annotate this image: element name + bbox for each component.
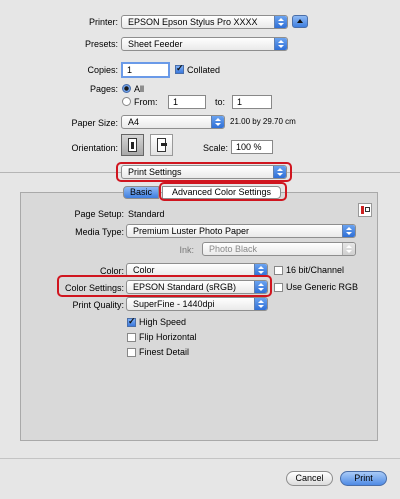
finest-detail-label: Finest Detail bbox=[139, 347, 190, 357]
popup-arrows-icon bbox=[254, 298, 267, 310]
pages-to-label: to: bbox=[215, 97, 226, 107]
scale-input[interactable]: 100 % bbox=[231, 140, 273, 154]
presets-label: Presets: bbox=[84, 39, 118, 49]
flip-horizontal-checkbox[interactable] bbox=[127, 333, 136, 342]
copies-input[interactable]: 1 bbox=[121, 62, 170, 78]
person-figure-icon bbox=[131, 142, 134, 149]
high-speed-checkbox[interactable] bbox=[127, 316, 136, 327]
printer-popup[interactable]: EPSON Epson Stylus Pro XXXX bbox=[121, 15, 288, 29]
generic-rgb-label: Use Generic RGB bbox=[286, 282, 359, 292]
ink-popup: Photo Black bbox=[202, 242, 356, 256]
pages-from-radio[interactable] bbox=[122, 97, 131, 106]
page-setup-value: Standard bbox=[128, 209, 165, 219]
pages-to-input[interactable]: 1 bbox=[232, 95, 272, 109]
footer-separator bbox=[0, 458, 400, 459]
collated-checkbox[interactable] bbox=[175, 63, 184, 74]
tab-basic[interactable]: Basic bbox=[123, 186, 159, 199]
highlight-color-settings bbox=[57, 275, 272, 297]
orientation-label: Orientation: bbox=[71, 143, 118, 153]
pages-label: Pages: bbox=[89, 84, 118, 94]
popup-arrows-icon bbox=[274, 38, 287, 50]
utility-button[interactable] bbox=[358, 203, 372, 217]
popup-arrows-icon bbox=[342, 225, 355, 237]
printer-value: EPSON Epson Stylus Pro XXXX bbox=[128, 17, 258, 27]
16bit-checkbox[interactable] bbox=[274, 266, 283, 275]
ink-value: Photo Black bbox=[209, 244, 258, 254]
cancel-button[interactable]: Cancel bbox=[286, 471, 333, 486]
printer-utility-icon bbox=[365, 207, 370, 212]
popup-arrows-icon bbox=[211, 116, 224, 128]
media-type-popup[interactable]: Premium Luster Photo Paper bbox=[126, 224, 356, 238]
highlight-advanced-tab bbox=[159, 182, 287, 201]
orientation-portrait-button[interactable] bbox=[121, 134, 144, 156]
paper-size-label: Paper Size: bbox=[71, 118, 118, 128]
disclosure-button[interactable] bbox=[292, 15, 308, 28]
popup-arrows-icon bbox=[274, 16, 287, 28]
utility-icon bbox=[361, 206, 364, 214]
print-button[interactable]: Print bbox=[340, 471, 387, 486]
16bit-label: 16 bit/Channel bbox=[286, 265, 345, 275]
pages-from-label: From: bbox=[134, 97, 158, 107]
copies-label: Copies: bbox=[87, 65, 118, 75]
print-quality-popup[interactable]: SuperFine - 1440dpi bbox=[126, 297, 268, 311]
generic-rgb-checkbox[interactable] bbox=[274, 283, 283, 292]
color-value: Color bbox=[133, 265, 155, 275]
popup-arrows-icon bbox=[342, 243, 355, 255]
media-type-value: Premium Luster Photo Paper bbox=[133, 226, 250, 236]
presets-popup[interactable]: Sheet Feeder bbox=[121, 37, 288, 51]
highlight-panel-menu bbox=[116, 162, 292, 182]
print-quality-value: SuperFine - 1440dpi bbox=[133, 299, 215, 309]
person-rotated-icon bbox=[161, 143, 167, 146]
print-quality-label: Print Quality: bbox=[72, 300, 124, 310]
ink-label: Ink: bbox=[179, 245, 194, 255]
pages-all-radio[interactable] bbox=[122, 84, 131, 93]
orientation-landscape-button[interactable] bbox=[150, 134, 173, 156]
printer-label: Printer: bbox=[88, 17, 118, 27]
media-type-label: Media Type: bbox=[75, 227, 124, 237]
pages-from-input[interactable]: 1 bbox=[168, 95, 206, 109]
paper-size-value: A4 bbox=[128, 117, 140, 127]
triangle-up-icon bbox=[297, 19, 303, 23]
collated-label: Collated bbox=[187, 65, 221, 75]
flip-horizontal-label: Flip Horizontal bbox=[139, 332, 197, 342]
pages-all-label: All bbox=[134, 84, 145, 94]
high-speed-label: High Speed bbox=[139, 317, 187, 327]
presets-value: Sheet Feeder bbox=[128, 39, 183, 49]
scale-label: Scale: bbox=[203, 143, 229, 153]
page-setup-label: Page Setup: bbox=[74, 209, 124, 219]
paper-dimensions: 21.00 by 29.70 cm bbox=[230, 117, 296, 126]
finest-detail-checkbox[interactable] bbox=[127, 348, 136, 357]
paper-size-popup[interactable]: A4 bbox=[121, 115, 225, 129]
